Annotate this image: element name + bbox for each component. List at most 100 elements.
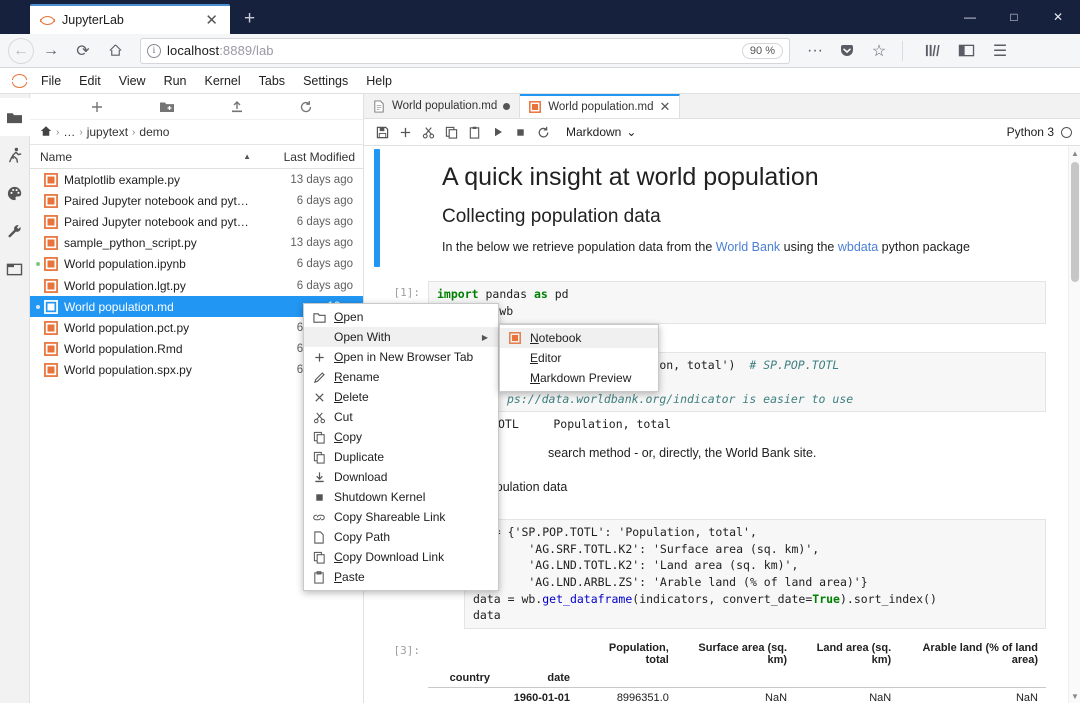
forward-button-icon[interactable]: →: [36, 37, 66, 65]
dataframe-index-name: date: [498, 669, 578, 689]
site-info-icon[interactable]: i: [147, 43, 161, 58]
column-header-name-label: Name: [40, 149, 73, 164]
reload-button-icon[interactable]: ⟳: [68, 37, 98, 65]
pocket-save-icon[interactable]: [832, 37, 862, 65]
menu-run[interactable]: Run: [155, 71, 196, 91]
world-bank-link[interactable]: World Bank: [716, 240, 780, 254]
scroll-down-arrow-icon[interactable]: ▼: [1069, 689, 1080, 703]
breadcrumb-ellipsis[interactable]: …: [63, 125, 75, 139]
upload-icon[interactable]: [230, 100, 244, 114]
bookmark-star-icon[interactable]: ☆: [864, 37, 894, 65]
context-menu-item[interactable]: Copy: [304, 427, 498, 447]
menu-view[interactable]: View: [110, 71, 155, 91]
menu-file[interactable]: File: [32, 71, 70, 91]
file-list-item[interactable]: World population.ipynb 6 days ago: [30, 254, 363, 275]
page-title: A quick insight at world population: [442, 163, 819, 191]
cell-type-dropdown[interactable]: Markdown ⌄: [566, 125, 636, 139]
zoom-level-badge[interactable]: 90 %: [741, 42, 783, 59]
window-maximize-button[interactable]: □: [992, 0, 1036, 34]
file-list-item[interactable]: Matplotlib example.py 13 days ago: [30, 169, 363, 190]
breadcrumb-demo[interactable]: demo: [139, 125, 169, 139]
browser-tab-close-icon[interactable]: ✕: [203, 13, 220, 28]
sidebar-toggle-icon[interactable]: [951, 37, 981, 65]
menu-edit[interactable]: Edit: [70, 71, 110, 91]
wbdata-link[interactable]: wbdata: [838, 240, 878, 254]
context-menu-item[interactable]: Open: [304, 307, 498, 327]
submenu-item[interactable]: Editor: [500, 348, 658, 368]
back-button-icon[interactable]: ←: [8, 37, 34, 64]
paste-cell-button[interactable]: [464, 122, 485, 143]
submenu-item[interactable]: Markdown Preview: [500, 368, 658, 388]
context-menu-item[interactable]: Open With ▶: [304, 327, 498, 347]
window-controls: — □ ✕: [948, 0, 1080, 34]
context-menu-item[interactable]: Copy Shareable Link: [304, 507, 498, 527]
breadcrumb-home-icon[interactable]: [40, 125, 52, 140]
section-heading: Collecting population data: [442, 206, 661, 227]
context-menu-item[interactable]: Duplicate: [304, 447, 498, 467]
column-header-name[interactable]: Name ▲: [30, 150, 261, 164]
notebook-cell-markdown-intro[interactable]: A quick insight at world population Coll…: [364, 146, 1068, 270]
scroll-up-arrow-icon[interactable]: ▲: [1069, 146, 1080, 160]
library-icon[interactable]: [917, 37, 947, 65]
home-button-icon[interactable]: [100, 37, 130, 65]
activity-bar: [0, 94, 30, 703]
kernel-idle-indicator-icon[interactable]: [1061, 126, 1072, 138]
sidebar-item-property-inspector[interactable]: [0, 212, 30, 250]
context-menu-item[interactable]: Download: [304, 467, 498, 487]
sidebar-item-file-browser[interactable]: [0, 98, 30, 136]
insert-cell-button[interactable]: [395, 122, 416, 143]
code-editor-indicators[interactable]: rs = {'SP.POP.TOTL': 'Population, total'…: [464, 519, 1046, 630]
browser-tab-jupyterlab[interactable]: JupyterLab ✕: [30, 4, 230, 34]
page-actions-ellipsis-icon[interactable]: ···: [800, 37, 830, 65]
code-editor-imports[interactable]: import pandas as pd bdata as wb: [428, 281, 1046, 325]
copy-cell-button[interactable]: [441, 122, 462, 143]
document-tab-close-icon[interactable]: ✕: [660, 99, 671, 115]
column-header-last-modified[interactable]: Last Modified: [261, 150, 363, 164]
file-name-label: World population.md: [64, 299, 174, 314]
context-menu-item[interactable]: Cut: [304, 407, 498, 427]
window-minimize-button[interactable]: —: [948, 0, 992, 34]
sidebar-item-running-sessions[interactable]: [0, 136, 30, 174]
sidebar-item-command-palette[interactable]: [0, 174, 30, 212]
menu-settings[interactable]: Settings: [294, 71, 357, 91]
window-close-button[interactable]: ✕: [1036, 0, 1080, 34]
open-with-submenu[interactable]: Notebook Editor Markdown Preview: [499, 324, 659, 392]
scrollbar-thumb[interactable]: [1071, 162, 1079, 282]
save-button[interactable]: [372, 122, 393, 143]
context-menu-item[interactable]: Shutdown Kernel: [304, 487, 498, 507]
file-modified-label: 6 days ago: [296, 279, 353, 292]
submenu-item-label: Notebook: [530, 331, 582, 345]
cut-cell-button[interactable]: [418, 122, 439, 143]
address-bar[interactable]: i localhost:8889/lab 90 %: [140, 37, 790, 64]
breadcrumb-jupytext[interactable]: jupytext: [87, 125, 128, 139]
context-menu-item[interactable]: Rename: [304, 367, 498, 387]
kernel-name[interactable]: Python 3: [1007, 125, 1054, 139]
document-tab-notebook[interactable]: World population.md ✕: [520, 94, 681, 118]
submenu-item[interactable]: Notebook: [500, 328, 658, 348]
file-list-item[interactable]: Paired Jupyter notebook and python ... 6 …: [30, 190, 363, 211]
menu-tabs[interactable]: Tabs: [250, 71, 294, 91]
sidebar-item-open-tabs[interactable]: [0, 250, 30, 288]
menu-kernel[interactable]: Kernel: [196, 71, 250, 91]
browser-menu-icon[interactable]: ☰: [985, 37, 1015, 65]
notebook-vertical-scrollbar[interactable]: ▲ ▼: [1068, 146, 1080, 703]
new-folder-icon[interactable]: [159, 100, 175, 114]
file-name-label: World population.ipynb: [64, 257, 186, 272]
file-context-menu[interactable]: Open Open With ▶ Open in New Browser Tab Ren…: [303, 303, 499, 591]
file-list-item[interactable]: sample_python_script.py 13 days ago: [30, 233, 363, 254]
context-menu-item[interactable]: Delete: [304, 387, 498, 407]
run-cell-button[interactable]: [487, 122, 508, 143]
interrupt-kernel-button[interactable]: [510, 122, 531, 143]
restart-kernel-button[interactable]: [533, 122, 554, 143]
file-list-item[interactable]: Paired Jupyter notebook and python ... 6 …: [30, 211, 363, 232]
file-list-item[interactable]: World population.lgt.py 6 days ago: [30, 275, 363, 296]
menu-help[interactable]: Help: [357, 71, 401, 91]
new-launcher-icon[interactable]: [90, 100, 104, 114]
context-menu-item[interactable]: Copy Download Link: [304, 547, 498, 567]
refresh-icon[interactable]: [299, 100, 313, 114]
new-tab-button[interactable]: +: [230, 8, 269, 34]
document-tab-markdown-source[interactable]: World population.md: [364, 94, 521, 118]
context-menu-item[interactable]: Open in New Browser Tab: [304, 347, 498, 367]
context-menu-item[interactable]: Paste: [304, 567, 498, 587]
context-menu-item[interactable]: Copy Path: [304, 527, 498, 547]
